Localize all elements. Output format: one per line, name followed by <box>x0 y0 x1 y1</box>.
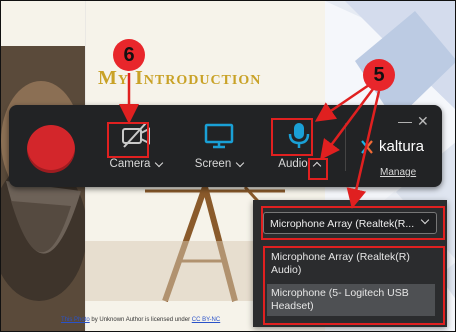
annotation-arrows <box>119 73 381 209</box>
screenshot-frame: My Introduction This Photo by Unknown Au… <box>0 0 456 332</box>
annotation-badge-camera: 6 <box>113 39 145 71</box>
annotation-badge-audio: 5 <box>363 59 395 91</box>
